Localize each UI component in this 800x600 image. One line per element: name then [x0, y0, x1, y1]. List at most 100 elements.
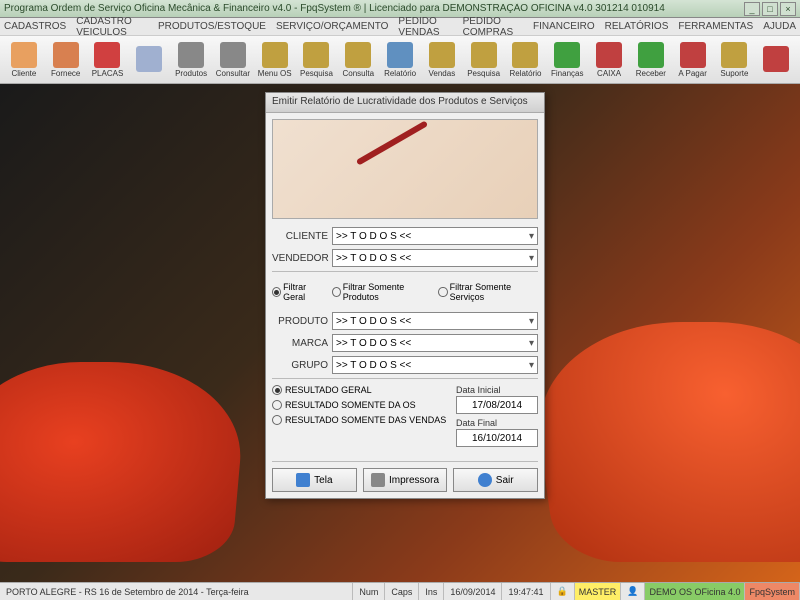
toolbar-icon	[387, 42, 413, 68]
status-caps: Caps	[385, 583, 419, 600]
toolbar-label: Produtos	[175, 69, 207, 78]
toolbar-btn-Consultar[interactable]: Consultar	[213, 38, 253, 82]
status-fpq: FpqSystem	[745, 583, 800, 600]
toolbar-label: Menu OS	[258, 69, 292, 78]
menu-pedido-compras[interactable]: PEDIDO COMPRAS	[463, 16, 523, 38]
menu-cadastro-veiculos[interactable]: CADASTRO VEICULOS	[76, 16, 148, 38]
status-main: PORTO ALEGRE - RS 16 de Setembro de 2014…	[0, 583, 353, 600]
menu-cadastros[interactable]: CADASTROS	[4, 21, 66, 32]
button-sair[interactable]: Sair	[453, 468, 538, 492]
status-date: 16/09/2014	[444, 583, 502, 600]
radio-filtrar-geral[interactable]: Filtrar Geral	[272, 282, 326, 302]
select-cliente[interactable]: >> T O D O S <<	[332, 227, 538, 245]
select-marca[interactable]: >> T O D O S <<	[332, 334, 538, 352]
window-title: Programa Ordem de Serviço Oficina Mecâni…	[4, 3, 744, 14]
toolbar-icon	[178, 42, 204, 68]
toolbar-icon	[429, 42, 455, 68]
menu-pedido-vendas[interactable]: PEDIDO VENDAS	[398, 16, 452, 38]
select-produto[interactable]: >> T O D O S <<	[332, 312, 538, 330]
status-ins: Ins	[419, 583, 444, 600]
toolbar-btn-PLACAS[interactable]: PLACAS	[88, 38, 128, 82]
toolbar-label: Consultar	[216, 69, 250, 78]
toolbar-icon	[638, 42, 664, 68]
menu-servico-orcamento[interactable]: SERVIÇO/ORÇAMENTO	[276, 21, 388, 32]
menubar: CADASTROS CADASTRO VEICULOS PRODUTOS/EST…	[0, 18, 800, 36]
label-produto: PRODUTO	[272, 316, 332, 327]
toolbar-btn-Produtos[interactable]: Produtos	[171, 38, 211, 82]
toolbar-icon	[53, 42, 79, 68]
toolbar-label: Receber	[636, 69, 666, 78]
maximize-button[interactable]: □	[762, 2, 778, 16]
toolbar-btn-Relatório[interactable]: Relatório	[506, 38, 546, 82]
toolbar-btn-Pesquisa[interactable]: Pesquisa	[464, 38, 504, 82]
toolbar-label: Consulta	[342, 69, 374, 78]
background-car-right	[523, 322, 800, 562]
radio-filtrar-servicos[interactable]: Filtrar Somente Serviços	[438, 282, 538, 302]
menu-financeiro[interactable]: FINANCEIRO	[533, 21, 595, 32]
status-num: Num	[353, 583, 385, 600]
dialog-header-image	[272, 119, 538, 219]
status-lock-icon: 🔒	[551, 583, 575, 600]
toolbar-label: Finanças	[551, 69, 583, 78]
toolbar-btn-CAIXA[interactable]: CAIXA	[589, 38, 629, 82]
input-data-final[interactable]	[456, 429, 538, 447]
toolbar-icon	[262, 42, 288, 68]
printer-icon	[371, 473, 385, 487]
toolbar-btn-Menu OS[interactable]: Menu OS	[255, 38, 295, 82]
toolbar: Cliente Fornece PLACAS Produtos Consultar Men…	[0, 36, 800, 84]
dialog-title: Emitir Relatório de Lucratividade dos Pr…	[266, 93, 544, 113]
toolbar-icon	[512, 42, 538, 68]
minimize-button[interactable]: _	[744, 2, 760, 16]
toolbar-icon	[11, 42, 37, 68]
toolbar-btn-Receber[interactable]: Receber	[631, 38, 671, 82]
toolbar-btn-Fornece[interactable]: Fornece	[46, 38, 86, 82]
input-data-inicial[interactable]	[456, 396, 538, 414]
status-time: 19:47:41	[502, 583, 550, 600]
toolbar-label: Pesquisa	[467, 69, 500, 78]
radio-resultado-geral[interactable]: RESULTADO GERAL	[272, 385, 448, 395]
toolbar-btn-Vendas[interactable]: Vendas	[422, 38, 462, 82]
menu-ajuda[interactable]: AJUDA	[763, 21, 796, 32]
screen-icon	[296, 473, 310, 487]
toolbar-icon	[471, 42, 497, 68]
toolbar-btn-Cliente[interactable]: Cliente	[4, 38, 44, 82]
content-area: Emitir Relatório de Lucratividade dos Pr…	[0, 84, 800, 582]
toolbar-btn-Consulta[interactable]: Consulta	[338, 38, 378, 82]
toolbar-icon	[136, 46, 162, 72]
toolbar-btn-Finanças[interactable]: Finanças	[547, 38, 587, 82]
radio-filtrar-produtos[interactable]: Filtrar Somente Produtos	[332, 282, 433, 302]
toolbar-icon	[303, 42, 329, 68]
toolbar-label: PLACAS	[92, 69, 124, 78]
toolbar-btn-Suporte[interactable]: Suporte	[715, 38, 755, 82]
radio-resultado-os[interactable]: RESULTADO SOMENTE DA OS	[272, 400, 448, 410]
statusbar: PORTO ALEGRE - RS 16 de Setembro de 2014…	[0, 582, 800, 600]
toolbar-label: Suporte	[720, 69, 748, 78]
toolbar-label: Pesquisa	[300, 69, 333, 78]
toolbar-label: A Pagar	[678, 69, 706, 78]
close-button[interactable]: ×	[780, 2, 796, 16]
menu-produtos-estoque[interactable]: PRODUTOS/ESTOQUE	[158, 21, 266, 32]
toolbar-label: CAIXA	[597, 69, 621, 78]
button-impressora[interactable]: Impressora	[363, 468, 448, 492]
label-data-inicial: Data Inicial	[456, 385, 538, 395]
toolbar-btn-Relatório[interactable]: Relatório	[380, 38, 420, 82]
toolbar-btn-3[interactable]	[129, 38, 169, 82]
button-tela[interactable]: Tela	[272, 468, 357, 492]
select-vendedor[interactable]: >> T O D O S <<	[332, 249, 538, 267]
label-data-final: Data Final	[456, 418, 538, 428]
menu-ferramentas[interactable]: FERRAMENTAS	[678, 21, 753, 32]
status-master: MASTER	[575, 583, 622, 600]
toolbar-label: Cliente	[11, 69, 36, 78]
select-grupo[interactable]: >> T O D O S <<	[332, 356, 538, 374]
toolbar-btn-A Pagar[interactable]: A Pagar	[673, 38, 713, 82]
label-grupo: GRUPO	[272, 360, 332, 371]
radio-resultado-vendas[interactable]: RESULTADO SOMENTE DAS VENDAS	[272, 415, 448, 425]
toolbar-icon	[721, 42, 747, 68]
menu-relatorios[interactable]: RELATÓRIOS	[605, 21, 669, 32]
toolbar-btn-Pesquisa[interactable]: Pesquisa	[297, 38, 337, 82]
toolbar-icon	[596, 42, 622, 68]
toolbar-btn-18[interactable]	[756, 38, 796, 82]
exit-icon	[478, 473, 492, 487]
toolbar-icon	[680, 42, 706, 68]
toolbar-icon	[763, 46, 789, 72]
